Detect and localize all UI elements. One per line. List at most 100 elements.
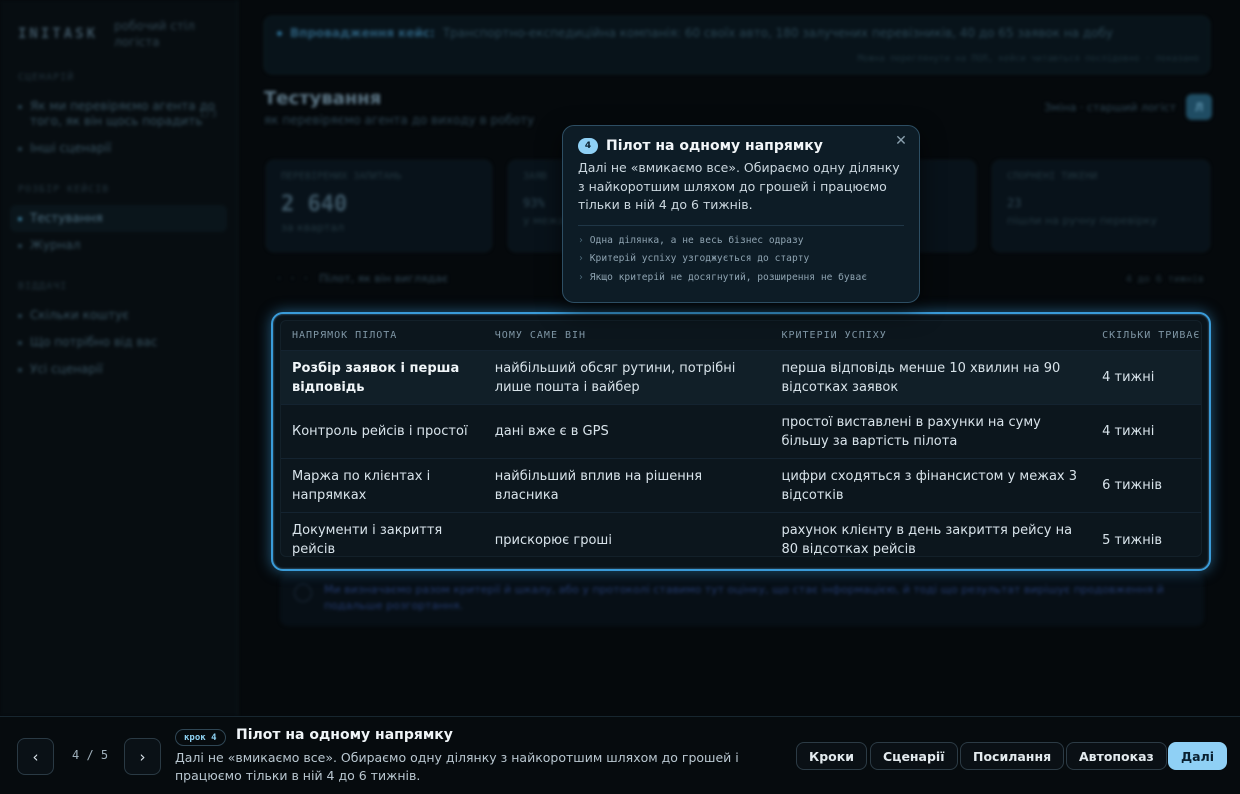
close-icon[interactable]: ✕ — [892, 132, 910, 150]
banner-text: Транспортно-експедиційна компанія: 60 св… — [442, 26, 1113, 40]
table-row[interactable]: Розбір заявок і перша відповідь найбільш… — [281, 351, 1201, 405]
cell-criterion: цифри сходяться з фінансистом у межах 3 … — [781, 468, 1078, 503]
hint-text: Ми визначаємо разом критерії й шкалу, аб… — [324, 583, 1164, 612]
stat-label: ПЕРЕВІРЕНИХ ЗАПИТАНЬ — [281, 171, 402, 182]
sidebar-item-label: Усі сценарії — [30, 362, 103, 376]
page-title: Тестування — [264, 88, 382, 109]
sidebar-section-title: ВІДДАЧІ — [18, 281, 68, 292]
sidebar: INITASK робочий стіл логіста СЦЕНАРІЙ Як… — [0, 0, 238, 716]
cell-criterion: рахунок клієнту в день закриття рейсу на… — [781, 523, 1073, 557]
table-row[interactable]: Маржа по клієнтах і напрямках найбільший… — [281, 459, 1201, 513]
highlighted-pilot-table: НАПРЯМОК ПІЛОТА ЧОМУ САМЕ ВІН КРИТЕРІЙ У… — [271, 312, 1211, 571]
stat-label: СПОРНЕНІ ТИКЕНИ — [1007, 171, 1098, 182]
scenarios-button[interactable]: Сценарії — [870, 742, 958, 770]
bullet-icon — [18, 368, 22, 372]
next-button[interactable]: Далі — [1168, 742, 1228, 770]
brand-subtitle: робочий стіл логіста — [114, 19, 195, 49]
sidebar-section-title: СЦЕНАРІЙ — [18, 72, 75, 83]
table-row[interactable]: Контроль рейсів і простої дані вже є в G… — [281, 405, 1201, 459]
chevron-right-icon: › — [139, 747, 146, 766]
bullet-icon — [18, 105, 22, 109]
step-title: Пілот на одному напрямку — [236, 727, 453, 743]
bullet-icon — [18, 314, 22, 318]
popover-bullet: › Критерій успіху узгоджується до старту — [578, 250, 904, 269]
divider — [578, 224, 904, 226]
banner-line: Впровадження кейс: Транспортно-експедиці… — [277, 26, 1197, 40]
table-header-row: НАПРЯМОК ПІЛОТА ЧОМУ САМЕ ВІН КРИТЕРІЙ У… — [281, 321, 1201, 351]
step-description: Далі не «вмикаємо все». Обираємо одну ді… — [175, 750, 739, 783]
cell-criterion: перша відповідь менше 10 хвилин на 90 ві… — [781, 360, 1061, 395]
column-header: НАПРЯМОК ПІЛОТА — [292, 330, 398, 341]
bullet-text: Якщо критерій не досягнутий, розширення … — [589, 271, 868, 283]
brand-logo: INITASK — [18, 26, 99, 42]
role-label: Зміна · старший логіст — [1044, 100, 1176, 114]
breadcrumb: · · · Пілот, як він виглядає — [276, 272, 448, 285]
cell-reason: дані вже є в GPS — [494, 424, 609, 439]
cell-duration: 6 тижнів — [1102, 478, 1163, 493]
popover-header: 4 Пілот на одному напрямку — [578, 138, 904, 154]
stat-value: 23 — [1007, 196, 1022, 210]
banner-footnote: Можна переглянути на ПОЛ, кейси читаютьс… — [857, 54, 1199, 64]
cell-duration: 4 тижні — [1102, 424, 1155, 439]
bullet-text: Критерій успіху узгоджується до старту — [589, 253, 810, 264]
cell-reason: найбільший обсяг рутини, потрібні лише п… — [494, 360, 736, 395]
sidebar-item-other-scenarios[interactable]: Інші сценарії — [10, 135, 227, 162]
sidebar-item-testing[interactable]: Тестування — [10, 205, 227, 232]
sidebar-item-all-scenarios[interactable]: Усі сценарії — [10, 356, 227, 383]
popover-text: Далі не «вмикаємо все». Обираємо одну ді… — [578, 160, 900, 212]
chevron-left-icon: ‹ — [32, 747, 39, 766]
step-counter: 4 / 5 — [72, 748, 109, 762]
links-button[interactable]: Посилання — [960, 742, 1065, 770]
stat-card: ПЕРЕВІРЕНИХ ЗАПИТАНЬ 2 640 за квартал — [266, 160, 492, 252]
stat-note: пішли на ручну перевірку — [1007, 214, 1157, 227]
sidebar-item-label: Скільки коштує — [30, 308, 129, 322]
tour-popover: 4 Пілот на одному напрямку ✕ Далі не «вм… — [562, 125, 920, 303]
sidebar-item-label: Журнал — [30, 238, 81, 252]
breadcrumb-text: Пілот, як він виглядає — [319, 272, 449, 285]
steps-button[interactable]: Кроки — [796, 742, 867, 770]
stat-value: 2 640 — [281, 192, 348, 217]
cell-reason: прискорює гроші — [494, 532, 612, 548]
sidebar-item-checking-agent[interactable]: Як ми перевіряємо агента до того, як він… — [10, 93, 227, 135]
breadcrumb-marks: · · · — [276, 272, 310, 285]
sidebar-item-label: Тестування — [30, 211, 103, 225]
popover-title: Пілот на одному напрямку — [606, 138, 823, 154]
cell-direction: Контроль рейсів і простої — [292, 424, 468, 439]
bullet-icon — [18, 147, 22, 151]
case-banner: Впровадження кейс: Транспортно-експедиці… — [264, 16, 1210, 74]
bullet-icon — [18, 244, 22, 248]
cell-reason: найбільший вплив на рішення власника — [494, 468, 703, 503]
step-badge: крок 4 — [175, 729, 226, 746]
popover-bullet: › Одна ділянка, а не весь бізнес одразу — [578, 232, 904, 251]
cell-duration: 5 тижнів — [1102, 532, 1163, 548]
avatar[interactable]: Л — [1186, 94, 1212, 120]
bullet-marker-icon: › — [578, 234, 584, 246]
page-header: Тестування як перевіряємо агента до вихо… — [264, 88, 534, 127]
cell-duration: 4 тижні — [1102, 370, 1155, 385]
sidebar-item-label: Як ми перевіряємо агента до того, як він… — [30, 99, 216, 128]
info-icon — [294, 584, 312, 602]
status-dot-icon — [277, 30, 282, 36]
stat-card: СПОРНЕНІ ТИКЕНИ 23 пішли на ручну переві… — [992, 160, 1210, 252]
sidebar-item-journal[interactable]: Журнал — [10, 232, 227, 259]
sidebar-item-label: Інші сценарії — [30, 141, 112, 155]
cell-direction: Документи і закриття рейсів — [292, 523, 443, 557]
step-duration-info: 4 до 6 тижнів — [1125, 274, 1204, 285]
hint-bar: Ми визначаємо разом критерії й шкалу, аб… — [280, 574, 1204, 626]
next-step-arrow-button[interactable]: › — [124, 738, 161, 775]
autoplay-button[interactable]: Автопоказ — [1066, 742, 1167, 770]
step-number-badge: 4 — [578, 138, 598, 154]
column-header: СКІЛЬКИ ТРИВАЄ — [1102, 330, 1201, 341]
bullet-text: Одна ділянка, а не весь бізнес одразу — [589, 234, 804, 246]
pilot-table: НАПРЯМОК ПІЛОТА ЧОМУ САМЕ ВІН КРИТЕРІЙ У… — [280, 320, 1202, 557]
bullet-marker-icon: › — [578, 271, 584, 283]
table-row[interactable]: Документи і закриття рейсів прискорює гр… — [281, 513, 1201, 557]
cell-direction: Маржа по клієнтах і напрямках — [292, 468, 431, 503]
sidebar-section-title: РОЗБІР КЕЙСІВ — [18, 184, 110, 195]
tour-bottom-bar: ‹ 4 / 5 › крок 4 Пілот на одному напрямк… — [0, 716, 1240, 794]
sidebar-item-cost[interactable]: Скільки коштує — [10, 302, 227, 329]
bullet-icon — [18, 341, 22, 345]
prev-step-button[interactable]: ‹ — [17, 738, 54, 775]
sidebar-item-requirements[interactable]: Що потрібно від вас — [10, 329, 227, 356]
bullet-marker-icon: › — [578, 253, 584, 264]
